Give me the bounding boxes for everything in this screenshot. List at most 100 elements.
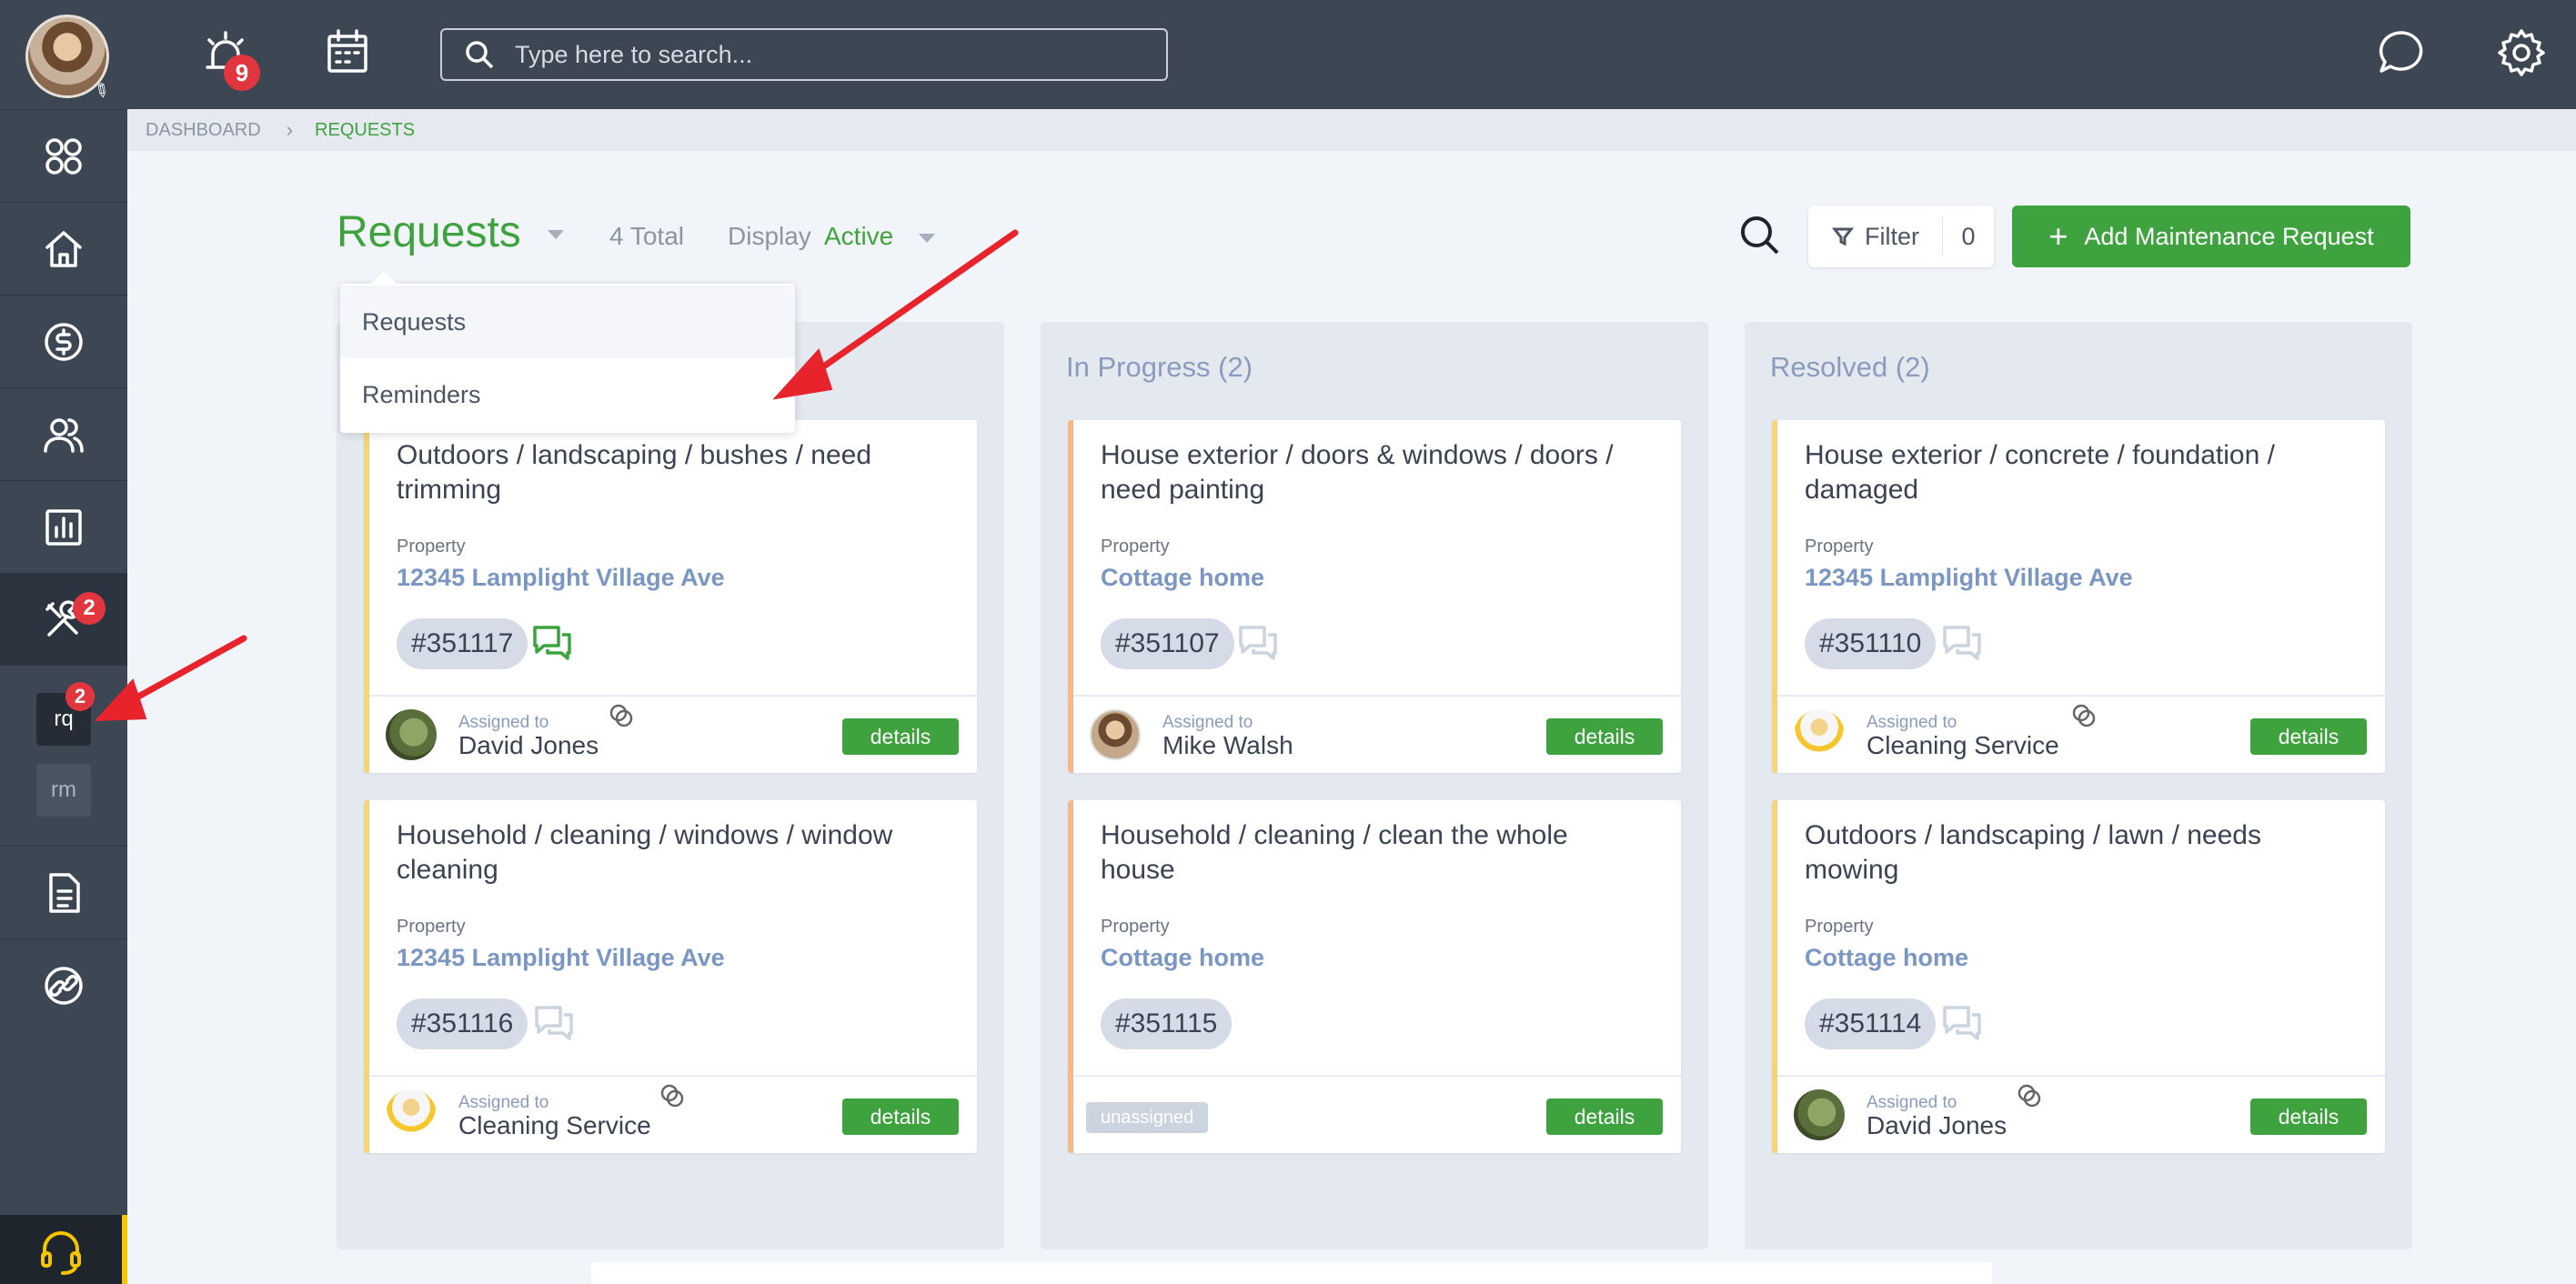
request-card[interactable]: Household / cleaning / windows / window … — [364, 800, 977, 1153]
sidebar-item-maintenance[interactable]: 2 — [0, 573, 127, 666]
request-card[interactable]: Outdoors / landscaping / bushes / need t… — [364, 420, 977, 773]
request-title: Household / cleaning / windows / window … — [397, 820, 893, 885]
comments-button[interactable] — [531, 622, 573, 664]
sidebar-item-dashboard[interactable] — [0, 109, 127, 202]
title-dropdown-menu: Requests Reminders — [340, 271, 795, 433]
request-card[interactable]: Household / cleaning / clean the whole h… — [1068, 800, 1681, 1153]
user-avatar[interactable]: ✎ — [25, 15, 113, 104]
property-link[interactable]: Cottage home — [1101, 564, 1264, 592]
search-input[interactable] — [515, 40, 1133, 69]
details-button[interactable]: details — [2250, 718, 2367, 755]
status-ring-icon — [2070, 702, 2099, 731]
property-link[interactable]: 12345 Lamplight Village Ave — [397, 944, 725, 972]
request-card[interactable]: House exterior / concrete / foundation /… — [1772, 420, 2385, 773]
card-footer: Assigned to Cleaning Service details — [1777, 695, 2385, 773]
status-ring-icon — [659, 1082, 688, 1111]
funnel-icon — [1832, 227, 1854, 246]
details-button[interactable]: details — [1546, 718, 1663, 755]
request-id: #351116 — [397, 998, 528, 1049]
sidebar-sub-reminders[interactable]: rm — [36, 764, 91, 817]
assignee-name: Cleaning Service — [458, 1111, 651, 1139]
notification-count-badge: 9 — [224, 55, 260, 91]
request-id: #351115 — [1101, 998, 1233, 1049]
property-link[interactable]: 12345 Lamplight Village Ave — [1805, 564, 2133, 592]
apps-grid-icon — [45, 137, 82, 175]
sidebar-item-contacts[interactable] — [0, 387, 127, 480]
request-title: House exterior / doors & windows / doors… — [1101, 440, 1614, 505]
property-label: Property — [1101, 917, 1170, 937]
property-label: Property — [397, 537, 466, 557]
details-button[interactable]: details — [2250, 1098, 2367, 1135]
sidebar-item-reports[interactable] — [0, 480, 127, 573]
request-title: Outdoors / landscaping / lawn / needs mo… — [1805, 820, 2261, 885]
dropdown-item-requests[interactable]: Requests — [340, 286, 795, 358]
request-id: #351110 — [1805, 618, 1937, 669]
sidebar-item-links[interactable] — [0, 938, 127, 1031]
unassigned-badge: unassigned — [1086, 1102, 1209, 1133]
property-link[interactable]: Cottage home — [1101, 944, 1264, 972]
assignee-name: Mike Walsh — [1162, 731, 1293, 759]
filter-label: Filter — [1865, 222, 1919, 250]
comments-button[interactable] — [533, 1002, 575, 1044]
assignee-avatar — [1090, 709, 1141, 760]
page-title-dropdown[interactable]: Requests — [337, 207, 565, 257]
global-search[interactable] — [440, 28, 1168, 81]
breadcrumb-dashboard[interactable]: DASHBOARD — [146, 120, 261, 141]
chat-bubble-icon — [2379, 31, 2423, 73]
maintenance-badge: 2 — [73, 592, 106, 625]
details-button[interactable]: details — [1546, 1098, 1663, 1135]
property-label: Property — [1805, 917, 1874, 937]
breadcrumb-separator: › — [286, 118, 294, 141]
add-maintenance-request-button[interactable]: + Add Maintenance Request — [2012, 206, 2410, 267]
card-footer: Assigned to Mike Walsh details — [1073, 695, 1681, 773]
filter-button[interactable]: Filter 0 — [1808, 206, 1994, 267]
comments-button[interactable] — [1237, 622, 1279, 664]
assignee-avatar — [386, 1089, 437, 1140]
column-in-progress: In Progress (2) House exterior / doors &… — [1041, 322, 1708, 1249]
assigned-label: Assigned to — [458, 713, 549, 732]
details-button[interactable]: details — [842, 718, 959, 755]
page-title: Requests — [337, 208, 521, 256]
column-title: In Progress (2) — [1066, 351, 1253, 383]
column-new: Outdoors / landscaping / bushes / need t… — [337, 322, 1004, 1249]
search-icon — [466, 41, 494, 69]
document-icon — [49, 872, 80, 913]
requests-badge: 2 — [65, 682, 95, 711]
link-icon — [45, 966, 83, 1005]
support-button[interactable] — [0, 1215, 127, 1284]
assigned-label: Assigned to — [458, 1093, 549, 1112]
card-footer: Assigned to Cleaning Service details — [369, 1075, 977, 1153]
assignee-name: Cleaning Service — [1867, 731, 2059, 759]
request-card[interactable]: Outdoors / landscaping / lawn / needs mo… — [1772, 800, 2385, 1153]
chart-icon — [45, 508, 82, 546]
display-select[interactable]: Active — [824, 222, 936, 251]
comments-button[interactable] — [1941, 622, 1983, 664]
card-footer: Assigned to David Jones details — [1777, 1075, 2385, 1153]
sidebar-item-properties[interactable] — [0, 202, 127, 295]
sidebar-item-accounting[interactable] — [0, 295, 127, 387]
search-requests-button[interactable] — [1737, 213, 1781, 256]
status-ring-icon — [608, 702, 637, 731]
property-link[interactable]: Cottage home — [1805, 944, 1968, 972]
property-link[interactable]: 12345 Lamplight Village Ave — [397, 564, 725, 592]
chevron-down-icon — [919, 233, 936, 243]
assigned-label: Assigned to — [1867, 1093, 1957, 1112]
display-label: Display — [728, 222, 811, 250]
assignee-avatar — [1794, 1089, 1845, 1140]
request-card[interactable]: House exterior / doors & windows / doors… — [1068, 420, 1681, 773]
settings-button[interactable] — [2496, 27, 2547, 78]
dropdown-item-reminders[interactable]: Reminders — [340, 358, 795, 431]
messages-button[interactable] — [2376, 27, 2427, 78]
request-id: #351114 — [1805, 998, 1937, 1049]
comments-button[interactable] — [1941, 1002, 1983, 1044]
details-button[interactable]: details — [842, 1098, 959, 1135]
calendar-button[interactable] — [322, 27, 373, 78]
column-title: Resolved (2) — [1770, 351, 1930, 383]
breadcrumb: DASHBOARD › REQUESTS — [146, 118, 415, 142]
sidebar-item-documents[interactable] — [0, 846, 127, 938]
sidebar: ✎ 2 rq 2 rm — [0, 0, 127, 1284]
dropdown-caret — [371, 271, 397, 284]
request-id: #351107 — [1101, 618, 1234, 669]
assigned-label: Assigned to — [1162, 713, 1253, 732]
footer-band — [591, 1262, 1992, 1284]
